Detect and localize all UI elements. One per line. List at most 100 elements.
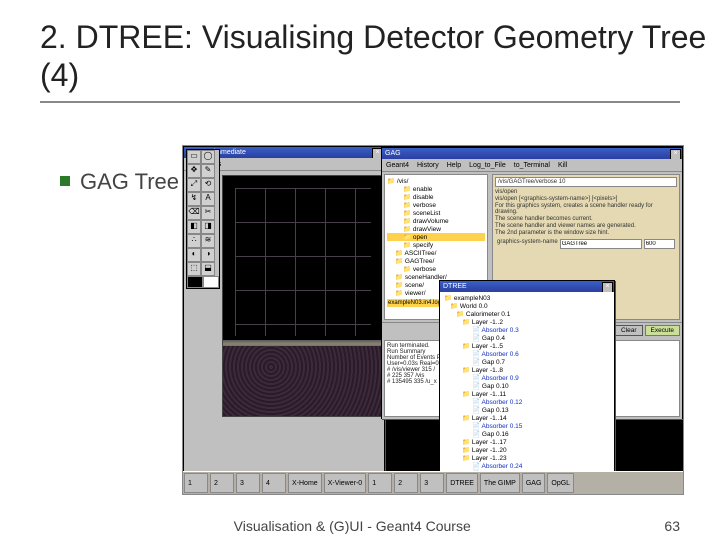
taskbar-button[interactable]: DTREE (446, 473, 478, 493)
menu-to_terminal[interactable]: to_Terminal (514, 162, 550, 169)
dtree-item[interactable]: 📁 Layer -1..5 (442, 342, 612, 350)
tree-item[interactable]: sceneList (387, 209, 485, 217)
tree-item[interactable]: verbose (387, 201, 485, 209)
dtree-item[interactable]: 📄 Absorber 0.9 (442, 374, 612, 382)
clear-button[interactable]: Clear (615, 325, 643, 336)
dtree-item[interactable]: 📄 Absorber 0.6 (442, 350, 612, 358)
execute-button[interactable]: Execute (645, 325, 681, 336)
tool-icon[interactable]: ⌫ (187, 206, 201, 220)
menu-geant4[interactable]: Geant4 (386, 162, 409, 169)
dtree-item[interactable]: 📁 Layer -1..20 (442, 446, 612, 454)
dtree-item[interactable]: 📁 Layer -1..11 (442, 390, 612, 398)
dtree-item[interactable]: 📄 Gap 0.4 (442, 334, 612, 342)
help-line: For this graphics system, creates a scen… (495, 203, 677, 215)
dtree-window: DTREE × 📁 exampleN03📁 World 0.0📁 Calorim… (439, 280, 615, 472)
param-input-2[interactable] (644, 239, 675, 249)
taskbar-button[interactable]: X-Viewer-0 (324, 473, 367, 493)
tree-item[interactable]: ASCIITree/ (387, 249, 485, 257)
tool-icon[interactable]: ◨ (201, 220, 215, 234)
dtree-item[interactable]: 📄 Gap 0.10 (442, 382, 612, 390)
taskbar-button[interactable]: X-Home (288, 473, 322, 493)
taskbar-button[interactable]: 1 (368, 473, 392, 493)
page-number: 63 (664, 518, 680, 534)
menu-history[interactable]: History (417, 162, 439, 169)
tool-icon[interactable]: ⬚ (187, 262, 201, 276)
tool-icon[interactable]: ⬓ (201, 262, 215, 276)
tree-item[interactable]: GAGTree/ (387, 257, 485, 265)
footer-caption: Visualisation & (G)UI - Geant4 Course (234, 518, 471, 534)
tool-icon[interactable]: ◐ (187, 248, 201, 262)
tool-icon[interactable]: ◯ (201, 150, 215, 164)
taskbar-button[interactable]: 3 (236, 473, 260, 493)
dtree-item[interactable]: 📄 Gap 0.16 (442, 430, 612, 438)
tool-icon[interactable]: ✂ (201, 206, 215, 220)
dtree-item[interactable]: 📁 World 0.0 (442, 302, 612, 310)
dtree-item[interactable]: 📄 Absorber 0.24 (442, 462, 612, 470)
dtree-item[interactable]: 📄 Gap 0.13 (442, 406, 612, 414)
dtree-item[interactable]: 📁 Layer -1..14 (442, 414, 612, 422)
help-line: vis/open [<graphics-system-name>] [<pixe… (495, 196, 677, 202)
gag-titlebar: GAG × (382, 148, 682, 159)
dtree-titlebar: DTREE × (440, 281, 614, 292)
tree-item[interactable]: enable (387, 185, 485, 193)
param-name: graphics-system-name (497, 239, 558, 249)
tree-item[interactable]: disable (387, 193, 485, 201)
tool-icon[interactable]: ✥ (187, 164, 201, 178)
close-icon[interactable]: × (602, 282, 613, 292)
tool-icon[interactable]: A (201, 192, 215, 206)
dtree-item[interactable]: 📁 Layer -1..23 (442, 454, 612, 462)
gag-menubar[interactable]: Geant4 History Help Log_to_File to_Terminal K… (382, 159, 682, 172)
gag-path-field[interactable]: /vis/GAGTree/verbose 10 (495, 177, 677, 187)
taskbar-button[interactable]: 2 (394, 473, 418, 493)
tree-item[interactable]: specify (387, 241, 485, 249)
swatch-white[interactable] (203, 276, 219, 288)
tree-item[interactable]: drawVolume (387, 217, 485, 225)
dtree-item[interactable]: 📄 Absorber 0.15 (442, 422, 612, 430)
swatch-black[interactable] (187, 276, 203, 288)
param-input-1[interactable] (560, 239, 642, 249)
dtree-item[interactable]: 📁 Calorimeter 0.1 (442, 310, 612, 318)
taskbar-button[interactable]: 2 (210, 473, 234, 493)
bullet-gag-tree: GAG Tree (60, 168, 179, 196)
tool-icon[interactable]: ◑ (201, 248, 215, 262)
tool-icon[interactable]: ⤢ (187, 178, 201, 192)
close-icon[interactable]: × (670, 149, 681, 159)
tree-item[interactable]: verbose (387, 265, 485, 273)
help-line: The scene handler becomes current. (495, 216, 677, 222)
title-rule (40, 101, 680, 103)
desktop-taskbar[interactable]: 1234X-HomeX-Viewer-0123DTREEThe GIMPGAGO… (183, 471, 683, 494)
slide-title: 2. DTREE: Visualising Detector Geometry … (0, 0, 720, 95)
dtree-item[interactable]: 📁 exampleN03 (442, 294, 612, 302)
menu-help[interactable]: Help (447, 162, 461, 169)
taskbar-button[interactable]: OpGL (547, 473, 574, 493)
dtree-item[interactable]: 📄 Absorber 0.12 (442, 398, 612, 406)
dtree-item[interactable]: 📁 Layer -1..2 (442, 318, 612, 326)
taskbar-button[interactable]: The GIMP (480, 473, 520, 493)
bullet-text: GAG Tree (80, 168, 179, 196)
dtree-item[interactable]: 📁 Layer -1..8 (442, 366, 612, 374)
gimp-tool-palette[interactable]: ▭◯ ✥✎ ⤢⟲ ↯A ⌫✂ ◧◨ ∴≋ ◐◑ ⬚⬓ (186, 149, 220, 289)
taskbar-button[interactable]: 1 (184, 473, 208, 493)
tree-item[interactable]: drawView (387, 225, 485, 233)
tool-icon[interactable]: ≋ (201, 234, 215, 248)
tool-icon[interactable]: ∴ (187, 234, 201, 248)
tool-icon[interactable]: ✎ (201, 164, 215, 178)
tool-icon[interactable]: ◧ (187, 220, 201, 234)
help-line: vis/open (495, 189, 677, 195)
taskbar-button[interactable]: GAG (522, 473, 546, 493)
tool-icon[interactable]: ▭ (187, 150, 201, 164)
dtree-item[interactable]: 📁 Layer -1..17 (442, 438, 612, 446)
terrain-texture (223, 346, 383, 416)
tool-icon[interactable]: ⟲ (201, 178, 215, 192)
dtree-list[interactable]: 📁 exampleN03📁 World 0.0📁 Calorimeter 0.1… (440, 292, 614, 475)
tool-icon[interactable]: ↯ (187, 192, 201, 206)
detector-grid (235, 188, 371, 336)
dtree-item[interactable]: 📄 Absorber 0.3 (442, 326, 612, 334)
menu-log_to_file[interactable]: Log_to_File (469, 162, 506, 169)
dtree-item[interactable]: 📄 Gap 0.7 (442, 358, 612, 366)
menu-kill[interactable]: Kill (558, 162, 567, 169)
tree-root[interactable]: /vis/ (387, 177, 485, 185)
tree-item[interactable]: open (387, 233, 485, 241)
taskbar-button[interactable]: 3 (420, 473, 444, 493)
taskbar-button[interactable]: 4 (262, 473, 286, 493)
